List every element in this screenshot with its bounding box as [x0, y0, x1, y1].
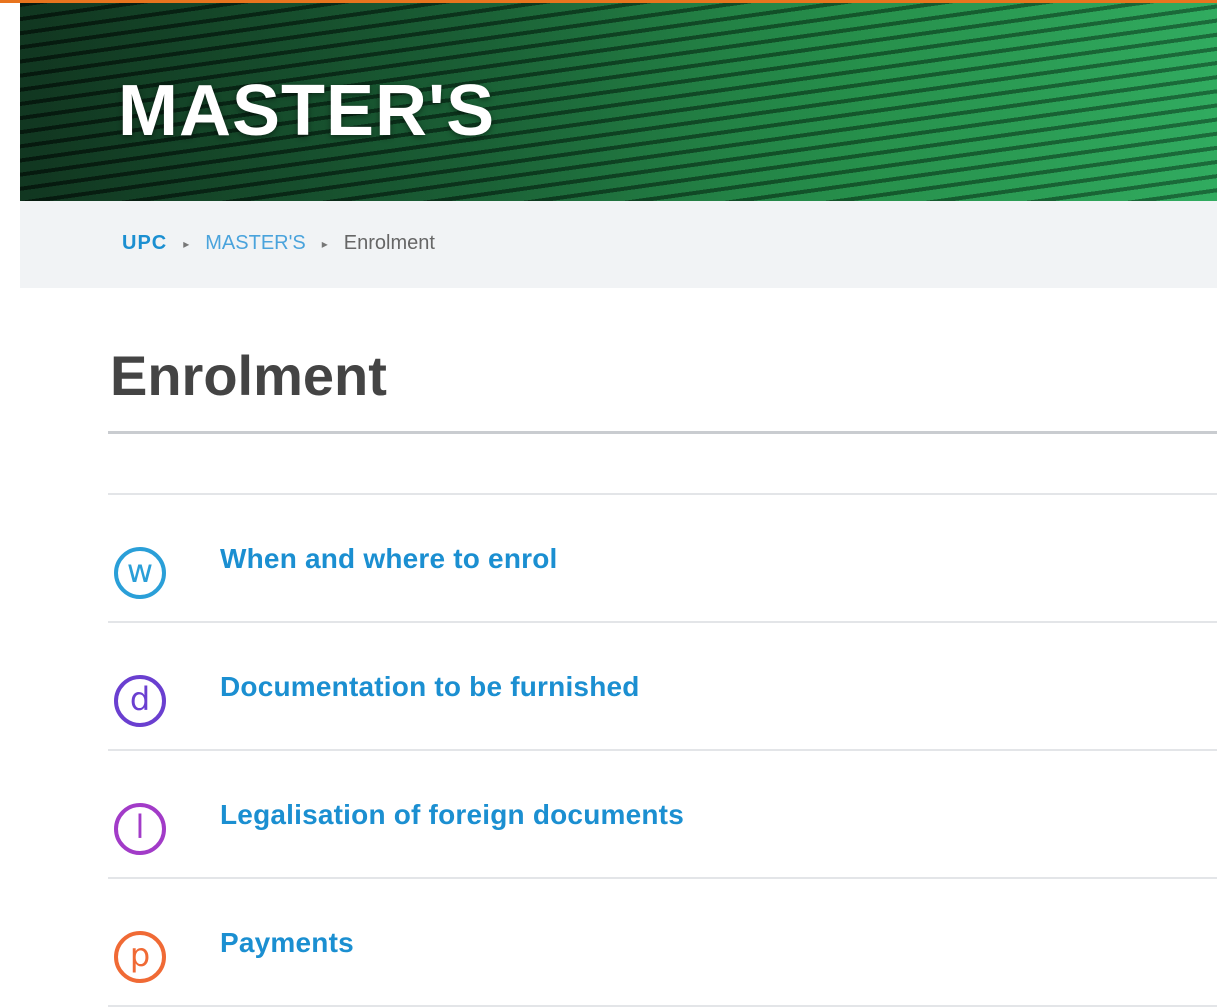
documentation-to-be-furnished-link[interactable]: Documentation to be furnished [220, 671, 640, 703]
when-and-where-to-enrol-link[interactable]: When and where to enrol [220, 543, 558, 575]
breadcrumb: UPC ▸ MASTER'S ▸ Enrolment [122, 232, 435, 255]
hero-title: MASTER'S [118, 71, 496, 151]
enrolment-links-list: w When and where to enrol d Documentatio… [108, 495, 1217, 1007]
letter-w-circle-icon: w [114, 547, 166, 599]
breadcrumb-bar: UPC ▸ MASTER'S ▸ Enrolment [20, 201, 1217, 288]
letter-l-circle-icon: l [114, 803, 166, 855]
payments-link[interactable]: Payments [220, 927, 354, 959]
list-item: p Payments [108, 879, 1217, 1007]
hero-banner: MASTER'S [20, 3, 1217, 201]
list-item: d Documentation to be furnished [108, 623, 1217, 751]
list-item: l Legalisation of foreign documents [108, 751, 1217, 879]
list-item: w When and where to enrol [108, 495, 1217, 623]
page-title: Enrolment [110, 344, 387, 407]
letter-p-circle-icon: p [114, 931, 166, 983]
legalisation-of-foreign-documents-link[interactable]: Legalisation of foreign documents [220, 799, 684, 831]
title-divider [108, 431, 1217, 434]
breadcrumb-current: Enrolment [343, 232, 435, 254]
breadcrumb-separator-icon: ▸ [183, 236, 190, 251]
breadcrumb-home-link[interactable]: UPC [122, 232, 167, 255]
letter-d-circle-icon: d [114, 675, 166, 727]
breadcrumb-separator-icon: ▸ [321, 236, 328, 251]
breadcrumb-section-link[interactable]: MASTER'S [205, 232, 306, 255]
